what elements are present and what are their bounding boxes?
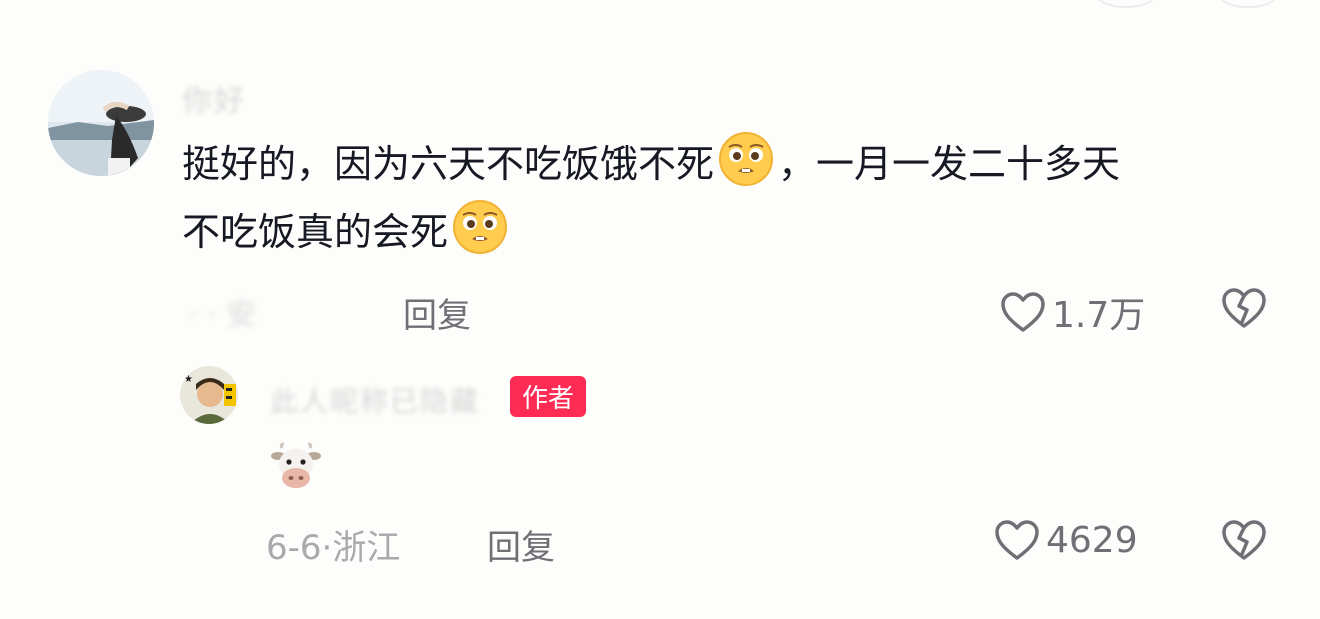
dislike-button[interactable] <box>1221 518 1267 566</box>
comment-text: 挺好的，因为六天不吃饭饿不死 ，一月一发二十多天不吃饭真的会死 <box>182 130 1282 266</box>
username[interactable]: 你好 <box>182 76 246 120</box>
meta-separator: · <box>321 528 333 568</box>
comment-text-part: 挺好的，因为六天不吃饭饿不死 <box>182 142 715 186</box>
reply-button[interactable]: 回复 <box>403 288 471 337</box>
broken-heart-icon <box>1222 288 1266 328</box>
like-count: 4629 <box>1046 519 1138 561</box>
reply-button[interactable]: 回复 <box>487 520 555 569</box>
broken-heart-icon <box>1222 520 1266 560</box>
svg-text:★: ★ <box>184 374 193 385</box>
reply-username[interactable]: 此人昵称已隐藏 <box>270 380 480 420</box>
pleading-face-icon <box>453 200 508 254</box>
pleading-face-icon <box>719 132 774 186</box>
like-button[interactable]: 1.7万 <box>1000 286 1145 338</box>
heart-icon <box>995 520 1039 560</box>
heart-icon <box>1001 292 1045 332</box>
avatar[interactable] <box>48 70 154 176</box>
comment-text-part: 不吃饭真的会死 <box>182 210 449 254</box>
author-badge: 作者 <box>510 376 587 417</box>
top-partial-icon-left <box>1098 0 1154 8</box>
reply-avatar[interactable]: ★ <box>180 366 238 424</box>
comment-text-part: ，一月一发二十多天 <box>778 142 1121 186</box>
comment-meta: · · 安 <box>188 298 257 333</box>
top-partial-icon-right <box>1220 0 1276 8</box>
cow-face-icon <box>271 442 321 488</box>
reply-location: 浙江 <box>332 528 401 568</box>
like-count: 1.7万 <box>1052 295 1146 336</box>
reply-date: 6-6 <box>266 528 322 568</box>
dislike-button[interactable] <box>1221 286 1267 334</box>
like-button[interactable]: 4629 <box>994 518 1138 562</box>
reply-meta: 6-6·浙江 <box>266 520 400 569</box>
